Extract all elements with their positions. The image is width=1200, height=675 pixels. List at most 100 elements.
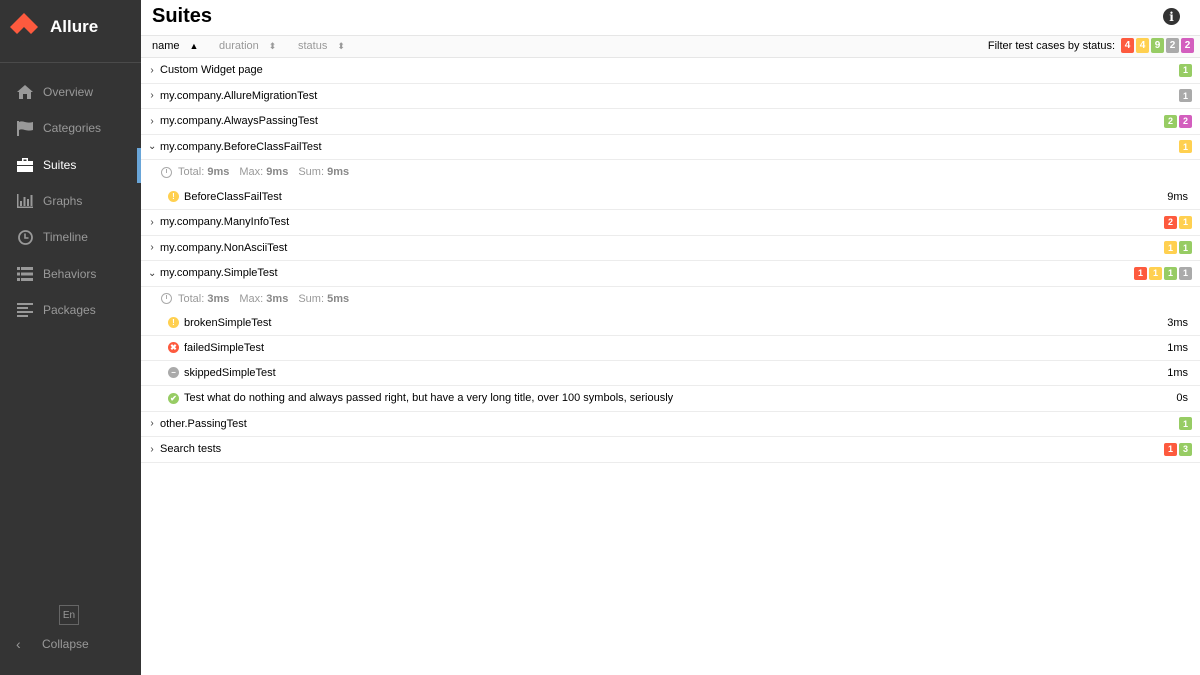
suite-status-counts: 13 (1162, 442, 1192, 456)
suite-name: other.PassingTest (160, 417, 247, 430)
sidebar-item-graphs[interactable]: Graphs (0, 183, 141, 219)
sort-by-duration[interactable]: duration ⬍ (219, 40, 276, 52)
suite-status-counts: 11 (1162, 241, 1192, 255)
sort-label: name (152, 40, 180, 52)
main-pane: Suites i name ▲︎ duration ⬍ status ⬍ Fil… (141, 0, 1200, 675)
test-case-name: skippedSimpleTest (184, 366, 276, 379)
chevron-down-icon: ⌄ (148, 267, 157, 279)
status-badge-failed: 1 (1164, 442, 1177, 456)
suite-status-counts: 1 (1177, 140, 1192, 154)
sidebar-item-label: Graphs (43, 194, 83, 209)
test-case-row[interactable]: ! brokenSimpleTest 3ms (141, 311, 1200, 336)
filter-passed-toggle[interactable]: 9 (1151, 38, 1164, 53)
suite-name: my.company.ManyInfoTest (160, 216, 290, 229)
duration-stats: Total: 9ms Max: 9ms Sum: 9ms (141, 160, 1200, 184)
sidebar-item-behaviors[interactable]: Behaviors (0, 255, 141, 291)
sidebar-item-timeline[interactable]: Timeline (0, 219, 141, 255)
sidebar-item-overview[interactable]: Overview (0, 74, 141, 110)
sort-label: status (298, 40, 328, 52)
chevron-right-icon: › (150, 64, 154, 76)
filter-failed-toggle[interactable]: 4 (1121, 38, 1134, 53)
sort-both-icon: ⬍ (268, 40, 277, 51)
test-case-name: BeforeClassFailTest (184, 190, 282, 203)
language-selector[interactable]: En (59, 605, 79, 625)
filter-skipped-toggle[interactable]: 2 (1166, 38, 1179, 53)
test-case-row[interactable]: ✖ failedSimpleTest 1ms (141, 336, 1200, 361)
suite-row[interactable]: › my.company.AlwaysPassingTest 2 2 (141, 109, 1200, 135)
nav-menu: Overview Categories Suites Graphs Timeli… (0, 74, 141, 328)
sort-by-status[interactable]: status ⬍ (298, 40, 345, 52)
align-left-icon (16, 301, 34, 319)
chevron-left-icon: ‹ (16, 636, 21, 652)
suite-row[interactable]: › other.PassingTest 1 (141, 412, 1200, 437)
suite-name: my.company.AlwaysPassingTest (160, 115, 318, 128)
test-case-row[interactable]: − skippedSimpleTest 1ms (141, 361, 1200, 386)
suite-children: Total: 3ms Max: 3ms Sum: 5ms! brokenSimpleT… (141, 287, 1200, 412)
filter-broken-toggle[interactable]: 4 (1136, 38, 1149, 53)
sort-toolbar: name ▲︎ duration ⬍ status ⬍ Filter test … (141, 35, 1200, 58)
collapse-label: Collapse (42, 637, 89, 651)
nav-divider (0, 62, 141, 63)
status-badge-skipped: 1 (1179, 266, 1192, 280)
test-case-duration: 1ms (1167, 366, 1188, 379)
brand[interactable]: Allure (8, 10, 98, 44)
suite-name: my.company.BeforeClassFailTest (160, 140, 322, 153)
sum-value: 9ms (327, 166, 350, 178)
sidebar-item-label: Timeline (43, 230, 88, 245)
status-broken-icon: ! (168, 191, 179, 202)
stats-text: Total: 3ms Max: 3ms Sum: 5ms (178, 293, 359, 305)
status-skipped-icon: − (168, 367, 179, 378)
suite-row[interactable]: ⌄ my.company.BeforeClassFailTest 1 (141, 135, 1200, 160)
chevron-right-icon: › (150, 216, 154, 228)
filter-unknown-toggle[interactable]: 2 (1181, 38, 1194, 53)
test-case-duration: 0s (1176, 392, 1188, 404)
sidebar-item-categories[interactable]: Categories (0, 110, 141, 146)
status-badge-broken: 1 (1179, 215, 1192, 229)
test-case-row[interactable]: ✔ Test what do nothing and always passed … (141, 386, 1200, 411)
suite-row[interactable]: › Custom Widget page 1 (141, 58, 1200, 84)
suite-status-counts: 22 (1162, 114, 1192, 128)
status-badge-passed: 3 (1179, 442, 1192, 456)
suite-status-counts: 1 (1177, 89, 1192, 103)
suite-row[interactable]: › Search tests 1 3 (141, 437, 1200, 463)
status-badge-unknown: 2 (1179, 114, 1192, 128)
test-case-duration: 9ms (1167, 190, 1188, 203)
collapse-button[interactable]: ‹ Collapse (16, 636, 89, 652)
chevron-right-icon: › (150, 418, 154, 430)
status-badge-passed: 1 (1164, 266, 1177, 280)
suite-row[interactable]: › my.company.AllureMigrationTest 1 (141, 84, 1200, 109)
total-label: Total: (178, 166, 205, 178)
briefcase-icon (16, 156, 34, 174)
sidebar-item-suites[interactable]: Suites (0, 147, 141, 183)
status-badge-skipped: 1 (1179, 89, 1192, 103)
stats-text: Total: 9ms Max: 9ms Sum: 9ms (178, 166, 359, 178)
chevron-right-icon: › (150, 90, 154, 102)
bar-chart-icon (16, 192, 34, 210)
suite-row[interactable]: ⌄ my.company.SimpleTest 1 1 1 1 (141, 261, 1200, 287)
test-case-row[interactable]: ! BeforeClassFailTest 9ms (141, 184, 1200, 209)
status-badge-failed: 1 (1134, 266, 1147, 280)
chevron-right-icon: › (150, 242, 154, 254)
sidebar-item-label: Suites (43, 157, 77, 172)
suite-row[interactable]: › my.company.ManyInfoTest 2 1 (141, 210, 1200, 236)
max-label: Max: (239, 166, 264, 178)
sort-by-name[interactable]: name ▲︎ (152, 40, 198, 52)
chevron-down-icon: ⌄ (148, 141, 157, 153)
sidebar-item-label: Behaviors (43, 266, 97, 281)
max-value: 9ms (266, 166, 289, 178)
suite-children: Total: 9ms Max: 9ms Sum: 9ms! BeforeClassFa… (141, 160, 1200, 210)
suite-status-counts: 1 (1177, 417, 1192, 431)
suite-status-counts: 1 (1177, 63, 1192, 77)
sum-value: 5ms (327, 292, 350, 305)
sum-label: Sum: (298, 292, 325, 305)
status-passed-icon: ✔ (168, 392, 179, 404)
total-value: 3ms (207, 292, 230, 305)
info-icon[interactable]: i (1163, 8, 1180, 25)
max-value: 3ms (266, 292, 289, 305)
sidebar-item-label: Categories (43, 121, 102, 136)
list-icon (16, 265, 34, 283)
suite-row[interactable]: › my.company.NonAsciiTest 1 1 (141, 236, 1200, 261)
suite-status-counts: 21 (1162, 215, 1192, 229)
sidebar-item-packages[interactable]: Packages (0, 292, 141, 328)
status-filter: Filter test cases by status: 4 4 9 2 2 (988, 38, 1194, 53)
